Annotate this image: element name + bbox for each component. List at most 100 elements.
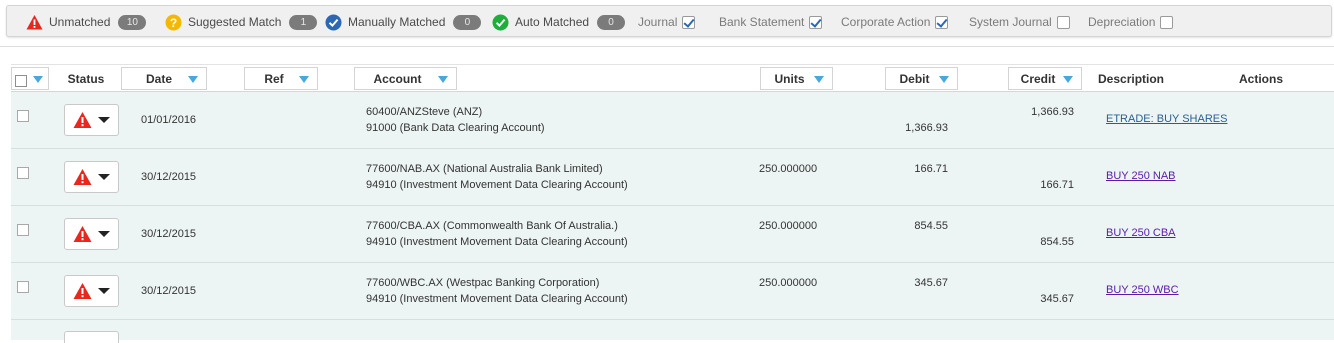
source-filter-journal[interactable]: Journal [638,13,696,31]
warning-icon [73,283,92,299]
row-account-line2: 91000 (Bank Data Clearing Account) [366,122,545,134]
source-filter-system-journal[interactable]: System Journal [969,13,1070,31]
column-credit-label: Credit [1020,71,1056,86]
row-date: 01/01/2016 [141,114,197,126]
caret-down-icon [98,117,110,123]
row-account-line1: 77600/WBC.AX (Westpac Banking Corporatio… [366,277,600,289]
status-dropdown-button[interactable] [64,104,119,136]
table-row-partial [11,320,1334,343]
column-header-ref[interactable]: Ref [244,67,318,90]
svg-text:?: ? [170,15,177,29]
question-icon: ? [165,14,182,30]
sort-arrow-icon [188,76,198,83]
caret-down-icon [98,231,110,237]
row-debit-line1: 854.55 [914,220,948,232]
row-select-checkbox[interactable] [17,167,29,179]
row-account-line2: 94910 (Investment Movement Data Clearing… [366,293,628,305]
row-credit-line1: 1,366.93 [1031,106,1074,118]
source-depreciation-label: Depreciation [1088,15,1156,29]
row-account-line2: 94910 (Investment Movement Data Clearing… [366,179,628,191]
source-depreciation-checkbox[interactable] [1160,15,1174,29]
check-circle-green-icon [492,14,509,30]
column-date-label: Date [145,71,172,86]
source-bank-statement-checkbox[interactable] [809,15,823,29]
select-all-checkbox[interactable] [15,75,27,87]
source-corporate-action-label: Corporate Action [841,15,931,29]
source-journal-label: Journal [638,15,678,29]
source-system-journal-checkbox[interactable] [1056,15,1070,29]
row-units: 250.000000 [759,163,818,175]
caret-down-icon [98,288,110,294]
filter-suggested-label: Suggested Match [188,15,282,29]
transactions-table: Status Date Ref Account Units Debit Cred… [11,64,1334,343]
row-debit-line1: 166.71 [914,163,948,175]
row-description-link[interactable]: BUY 250 NAB [1106,170,1176,182]
column-header-units[interactable]: Units [760,67,833,90]
sort-arrow-icon [299,76,309,83]
filter-unmatched[interactable]: Unmatched 10 [26,13,147,31]
row-date: 30/12/2015 [141,228,197,240]
row-debit-line1: 345.67 [914,277,948,289]
column-header-status: Status [67,71,105,86]
select-menu-arrow-icon[interactable] [33,76,43,83]
filter-manual-label: Manually Matched [348,15,446,29]
column-header-credit[interactable]: Credit [1008,67,1082,90]
row-credit-line2: 166.71 [1040,179,1074,191]
row-credit-line2: 854.55 [1040,236,1074,248]
row-account-line1: 77600/CBA.AX (Commonwealth Bank Of Austr… [366,220,618,232]
row-credit-line2: 345.67 [1040,293,1074,305]
filter-auto-count: 0 [597,14,626,30]
filter-unmatched-label: Unmatched [49,15,111,29]
source-filter-bank-statement[interactable]: Bank Statement [719,13,823,31]
status-dropdown-button[interactable] [64,218,119,250]
filter-suggested-count: 1 [289,14,318,30]
row-select-checkbox[interactable] [17,110,29,122]
sort-arrow-icon [1063,76,1073,83]
check-circle-blue-icon [325,14,342,30]
status-filter-bar: Unmatched 10 ? Suggested Match 1 Manuall… [6,5,1332,37]
warning-icon [73,226,92,242]
table-row: 01/01/2016 60400/ANZSteve (ANZ) 91000 (B… [11,92,1334,149]
row-account-line1: 60400/ANZSteve (ANZ) [366,106,483,118]
row-debit-line2: 1,366.93 [905,122,948,134]
select-all-control[interactable] [11,67,49,90]
column-debit-label: Debit [899,71,930,86]
row-select-checkbox[interactable] [17,224,29,236]
row-description-link[interactable]: BUY 250 WBC [1106,284,1179,296]
source-bank-statement-label: Bank Statement [719,15,805,29]
section-divider [0,46,1334,47]
source-corporate-action-checkbox[interactable] [935,15,949,29]
column-header-account[interactable]: Account [354,67,457,90]
filter-suggested-match[interactable]: ? Suggested Match 1 [165,13,318,31]
column-header-date[interactable]: Date [121,67,207,90]
row-account-line2: 94910 (Investment Movement Data Clearing… [366,236,628,248]
source-journal-checkbox[interactable] [682,15,696,29]
table-row: 30/12/2015 77600/CBA.AX (Commonwealth Ba… [11,206,1334,263]
filter-unmatched-count: 10 [118,14,147,30]
source-filter-depreciation[interactable]: Depreciation [1088,13,1174,31]
row-units: 250.000000 [759,277,818,289]
column-header-debit[interactable]: Debit [885,67,958,90]
row-description-link[interactable]: BUY 250 CBA [1106,227,1176,239]
warning-icon [26,14,43,29]
filter-auto-matched[interactable]: Auto Matched 0 [492,13,626,31]
row-date: 30/12/2015 [141,171,197,183]
source-system-journal-label: System Journal [969,15,1052,29]
sort-arrow-icon [438,76,448,83]
row-account-line1: 77600/NAB.AX (National Australia Bank Li… [366,163,603,175]
row-units: 250.000000 [759,220,818,232]
caret-down-icon [98,174,110,180]
status-dropdown-button[interactable] [64,161,119,193]
column-units-label: Units [774,71,805,86]
row-select-checkbox[interactable] [17,281,29,293]
column-header-actions: Actions [1238,71,1283,86]
table-header: Status Date Ref Account Units Debit Cred… [11,64,1334,92]
warning-icon [73,169,92,185]
column-ref-label: Ref [264,71,284,86]
table-row: 30/12/2015 77600/WBC.AX (Westpac Banking… [11,263,1334,320]
status-dropdown-button[interactable] [64,275,119,307]
column-account-label: Account [373,71,422,86]
row-description-link[interactable]: ETRADE: BUY SHARES [1106,113,1227,125]
source-filter-corporate-action[interactable]: Corporate Action [841,13,949,31]
filter-manually-matched[interactable]: Manually Matched 0 [325,13,482,31]
